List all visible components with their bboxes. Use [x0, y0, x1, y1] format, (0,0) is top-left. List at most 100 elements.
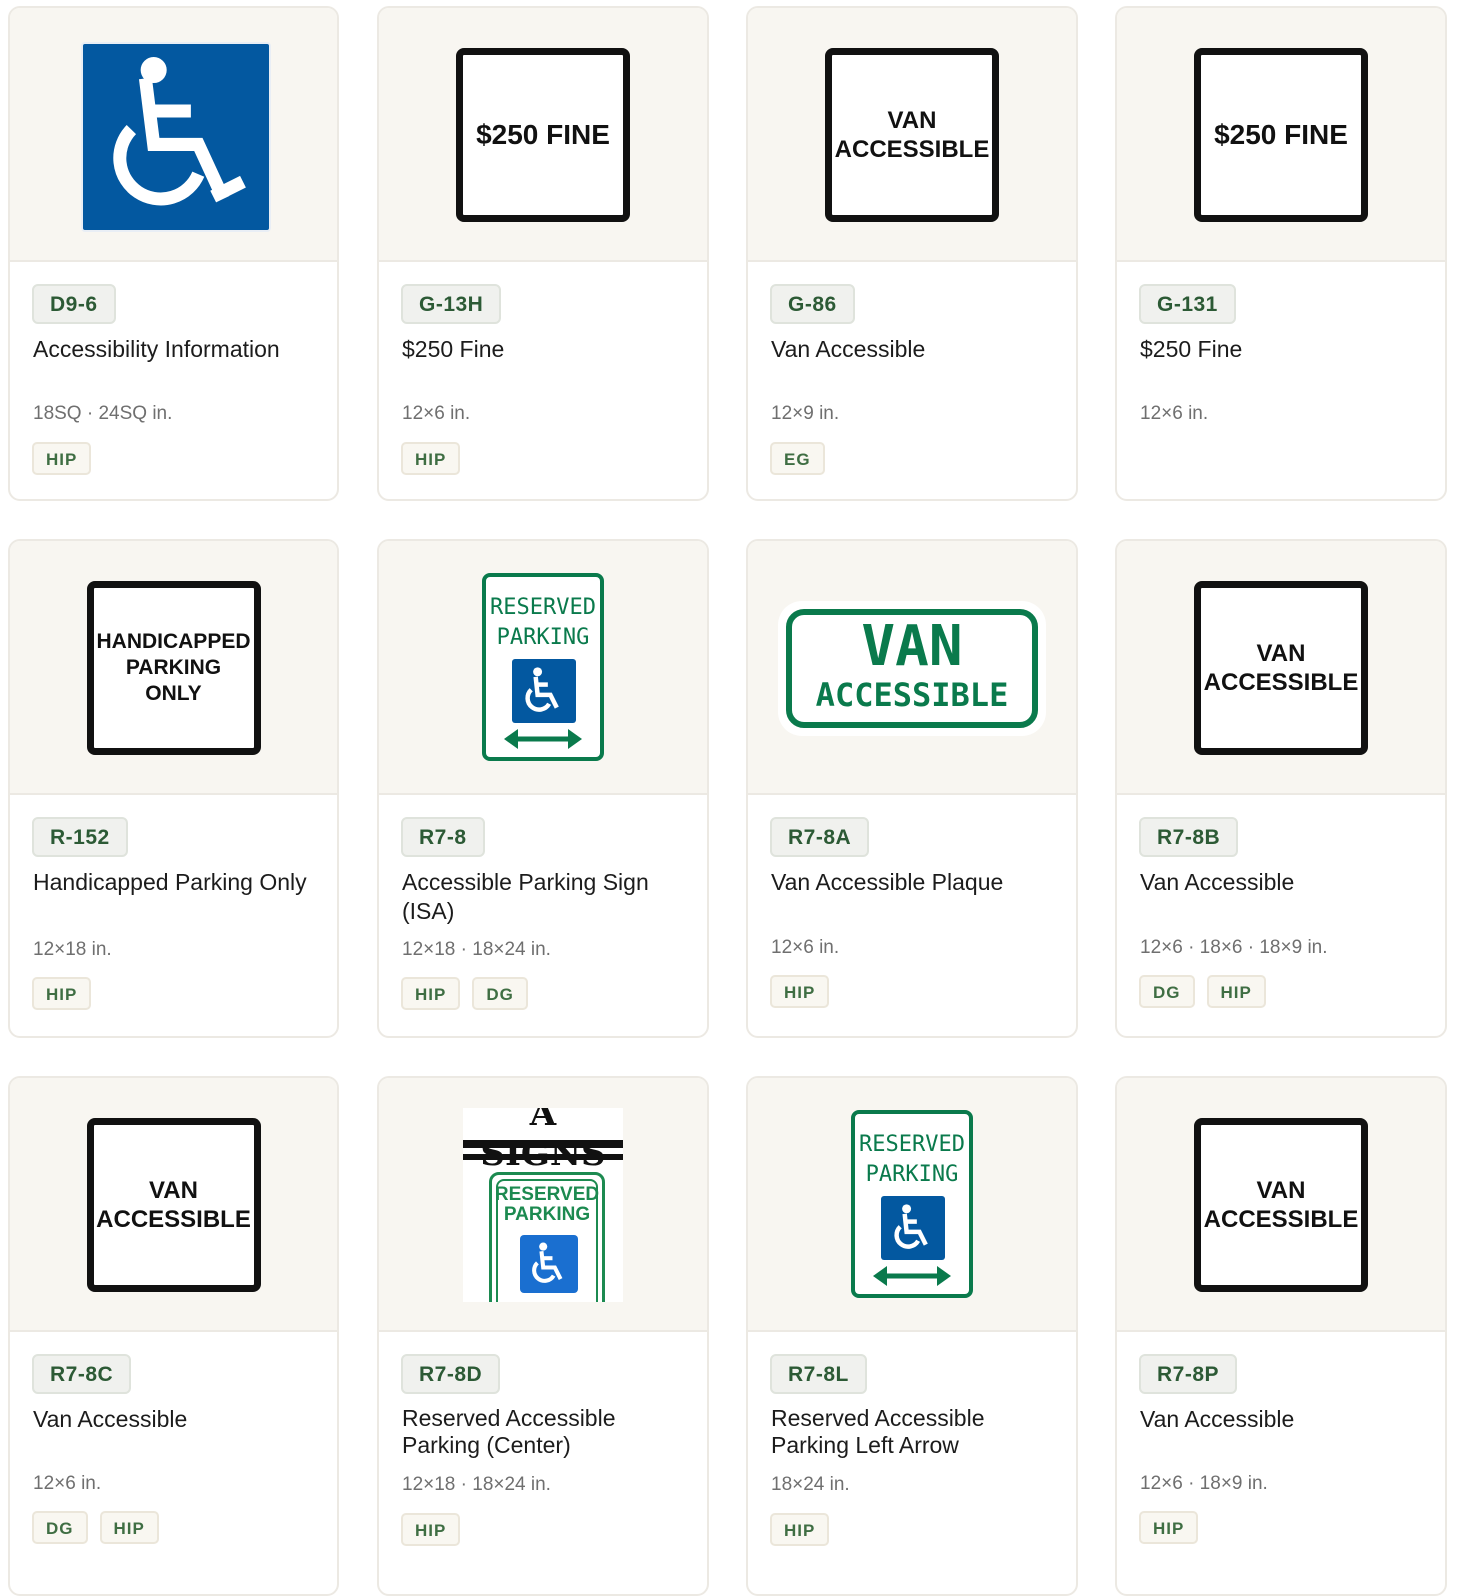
product-card[interactable]: $250 FINE G-13H $250 Fine 12×6 in. HIP — [377, 6, 709, 501]
sign-image[interactable]: VAN ACCESSIBLE — [748, 541, 1076, 795]
tag-list: DG HIP — [1139, 975, 1266, 1008]
reserved-parking-sign: RESERVED PARKING — [489, 1172, 605, 1302]
sign-sizes: 12×6 in. — [771, 937, 840, 958]
sign-title[interactable]: $250 Fine — [1140, 335, 1430, 364]
sign-title[interactable]: Accessible Parking Sign (ISA) — [402, 868, 692, 926]
product-card[interactable]: D9-6 Accessibility Information 18SQ · 24… — [8, 6, 339, 501]
sign-text: VAN — [1256, 640, 1306, 667]
sign-code-badge: R-152 — [32, 817, 128, 857]
sign-text: VAN — [887, 107, 937, 134]
tag: DG — [472, 977, 528, 1010]
sign-image[interactable]: VAN ACCESSIBLE — [1117, 541, 1445, 795]
wheelchair-icon — [881, 1196, 945, 1260]
sign-code-badge: G-86 — [770, 284, 855, 324]
tag: HIP — [401, 977, 461, 1010]
sign-image[interactable]: A SIGNS RESERVED PARKING — [379, 1078, 707, 1332]
tag: HIP — [1206, 975, 1266, 1008]
wheelchair-icon — [512, 659, 576, 723]
product-card[interactable]: RESERVED PARKING R7-8 Accessible Parking… — [377, 539, 709, 1038]
tag: DG — [32, 1511, 88, 1544]
tag-list: HIP DG — [401, 977, 528, 1010]
sign-image[interactable]: RESERVED PARKING — [748, 1078, 1076, 1332]
sign-title[interactable]: Van Accessible — [33, 1405, 323, 1434]
product-card[interactable]: VAN ACCESSIBLE R7-8A Van Accessible Plaq… — [746, 539, 1078, 1038]
sign-title[interactable]: Van Accessible — [1140, 1405, 1430, 1434]
sign-code-badge: R7-8D — [401, 1354, 501, 1394]
sign-title[interactable]: $250 Fine — [402, 335, 692, 364]
product-card[interactable]: VAN ACCESSIBLE R7-8C Van Accessible 12×6… — [8, 1076, 339, 1596]
sign-text: VAN — [861, 614, 963, 679]
sign-title[interactable]: Reserved Accessible Parking Left Arrow — [771, 1405, 1061, 1459]
product-card[interactable]: VAN ACCESSIBLE R7-8B Van Accessible 12×6… — [1115, 539, 1447, 1038]
reserved-parking-sign: RESERVED PARKING — [851, 1110, 973, 1298]
tag: HIP — [401, 1513, 461, 1546]
van-plaque-sign: VAN ACCESSIBLE — [778, 601, 1046, 736]
sign-text: VAN — [1256, 1177, 1306, 1204]
double-arrow-icon — [504, 729, 582, 749]
sign-image[interactable] — [10, 8, 337, 262]
tag-list: HIP — [401, 1513, 461, 1546]
tag-list: HIP — [770, 975, 830, 1008]
sign-sizes: 12×6 · 18×9 in. — [1140, 1473, 1268, 1494]
wheelchair-icon — [520, 1235, 578, 1293]
sign-title[interactable]: Handicapped Parking Only — [33, 868, 323, 897]
sign-text: $250 FINE — [476, 119, 610, 150]
handicapped-parking-sign: HANDICAPPED PARKING ONLY — [86, 581, 261, 755]
sign-text: RESERVED — [490, 595, 596, 620]
sign-sizes: 12×6 · 18×6 · 18×9 in. — [1140, 937, 1328, 958]
product-card[interactable]: HANDICAPPED PARKING ONLY R-152 Handicapp… — [8, 539, 339, 1038]
sign-sizes: 18SQ · 24SQ in. — [33, 403, 173, 424]
sign-sizes: 12×9 in. — [771, 403, 840, 424]
sign-sizes: 18×24 in. — [771, 1474, 850, 1495]
sign-title[interactable]: Van Accessible Plaque — [771, 868, 1061, 897]
divider — [463, 1140, 623, 1148]
sign-code-badge: G-13H — [401, 284, 502, 324]
van-sign: VAN ACCESSIBLE — [1194, 1118, 1368, 1292]
sign-code-badge: G-131 — [1139, 284, 1236, 324]
fine-sign: $250 FINE — [456, 48, 630, 222]
product-card[interactable]: RESERVED PARKING R7-8L Reserved Accessib… — [746, 1076, 1078, 1596]
tag: HIP — [32, 442, 92, 475]
van-sign: VAN ACCESSIBLE — [86, 1118, 261, 1292]
sign-title[interactable]: Reserved Accessible Parking (Center) — [402, 1405, 692, 1459]
sign-image[interactable]: VAN ACCESSIBLE — [10, 1078, 337, 1332]
sign-text: $250 FINE — [1214, 119, 1348, 150]
sign-text: HANDICAPPED — [96, 630, 251, 653]
sign-image[interactable]: RESERVED PARKING — [379, 541, 707, 795]
sign-title[interactable]: Accessibility Information — [33, 335, 323, 364]
sign-image[interactable]: HANDICAPPED PARKING ONLY — [10, 541, 337, 795]
sign-image[interactable]: VAN ACCESSIBLE — [748, 8, 1076, 262]
sign-code-badge: D9-6 — [32, 284, 116, 324]
tag: HIP — [1139, 1511, 1199, 1544]
sign-image[interactable]: $250 FINE — [379, 8, 707, 262]
van-sign: VAN ACCESSIBLE — [825, 48, 999, 222]
product-card[interactable]: $250 FINE G-131 $250 Fine 12×6 in. — [1115, 6, 1447, 501]
sign-code-badge: R7-8C — [32, 1354, 132, 1394]
product-card[interactable]: VAN ACCESSIBLE R7-8P Van Accessible 12×6… — [1115, 1076, 1447, 1596]
sign-image[interactable]: VAN ACCESSIBLE — [1117, 1078, 1445, 1332]
tag: EG — [770, 442, 825, 475]
tag-list: EG — [770, 442, 825, 475]
product-card[interactable]: A SIGNS RESERVED PARKING — [377, 1076, 709, 1596]
sign-code-badge: R7-8A — [770, 817, 870, 857]
sign-sizes: 12×6 in. — [33, 1473, 102, 1494]
product-card[interactable]: VAN ACCESSIBLE G-86 Van Accessible 12×9 … — [746, 6, 1078, 501]
tag-list: HIP — [32, 442, 92, 475]
sign-text: ACCESSIBLE — [96, 1206, 251, 1233]
tag-list: HIP — [401, 442, 461, 475]
sign-sizes: 12×18 · 18×24 in. — [402, 1474, 551, 1495]
van-sign: VAN ACCESSIBLE — [1194, 581, 1368, 755]
sign-text: ACCESSIBLE — [1203, 669, 1359, 696]
sign-sizes: 12×18 · 18×24 in. — [402, 939, 551, 960]
sign-code-badge: R7-8P — [1139, 1354, 1238, 1394]
sign-title[interactable]: Van Accessible — [771, 335, 1061, 364]
sign-title[interactable]: Van Accessible — [1140, 868, 1430, 897]
sign-image[interactable]: $250 FINE — [1117, 8, 1445, 262]
sign-text: VAN — [149, 1177, 198, 1204]
sign-sizes: 12×6 in. — [402, 403, 471, 424]
sign-code-badge: R7-8B — [1139, 817, 1239, 857]
sign-text: PARKING — [125, 656, 222, 679]
cropped-sign-photo: A SIGNS RESERVED PARKING — [463, 1108, 623, 1302]
tag-list: HIP — [1139, 1511, 1199, 1544]
sign-text: PARKING — [865, 1162, 959, 1187]
